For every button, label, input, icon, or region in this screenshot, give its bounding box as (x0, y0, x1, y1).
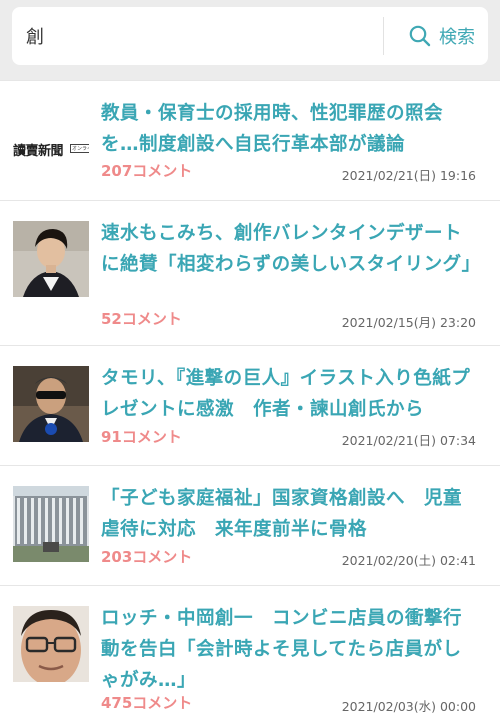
article-date: 2021/02/21(日) 19:16 (341, 168, 476, 183)
article-item[interactable]: 速水もこみち、創作バレンタインデザートに絶賛「相変わらずの美しいスタイリング」 … (0, 200, 500, 346)
search-header: 検索 (0, 0, 500, 80)
article-item[interactable]: ロッチ・中岡創一 コンビニ店員の衝撃行動を告白「会計時よそ見してたら店員がしゃが… (0, 585, 500, 726)
article-item[interactable]: 讀賣新聞 オンライン 教員・保育士の採用時、性犯罪歴の照会を…制度創設へ自民行革… (0, 80, 500, 201)
article-comments: 475コメント (101, 694, 193, 712)
article-title[interactable]: 「子ども家庭福祉」国家資格創設へ 児童虐待に対応 来年度前半に骨格 (101, 483, 477, 545)
article-date: 2021/02/21(日) 07:34 (341, 433, 476, 448)
article-title[interactable]: タモリ、『進撃の巨人』イラスト入り色紙プレゼントに感激 作者・諫山創氏から (101, 363, 477, 425)
article-thumbnail (13, 606, 89, 682)
article-comments: 52コメント (101, 310, 182, 328)
yomiuri-logo (13, 98, 89, 174)
search-box: 検索 (12, 7, 488, 65)
article-comments: 207コメント (101, 162, 193, 180)
man-portrait-photo (13, 221, 89, 297)
search-divider (383, 17, 384, 55)
article-item[interactable]: タモリ、『進撃の巨人』イラスト入り色紙プレゼントに感激 作者・諫山創氏から 91… (0, 345, 500, 466)
yomiuri-logo-subtext: オンライン (70, 144, 89, 153)
search-button-label: 検索 (439, 27, 475, 48)
article-item[interactable]: 「子ども家庭福祉」国家資格創設へ 児童虐待に対応 来年度前半に骨格 203コメン… (0, 465, 500, 586)
article-date: 2021/02/03(水) 00:00 (341, 699, 476, 714)
article-date: 2021/02/20(土) 02:41 (341, 553, 476, 568)
article-comments: 91コメント (101, 428, 182, 446)
man-sunglasses-photo (13, 366, 89, 442)
search-icon (409, 25, 431, 47)
yomiuri-logo-text: 讀賣新聞 (13, 144, 64, 159)
article-thumbnail (13, 221, 89, 297)
article-comments: 203コメント (101, 548, 193, 566)
search-button[interactable]: 検索 (396, 7, 488, 65)
article-title[interactable]: 教員・保育士の採用時、性犯罪歴の照会を…制度創設へ自民行革本部が議論 (101, 98, 477, 160)
article-date: 2021/02/15(月) 23:20 (341, 315, 476, 330)
article-thumbnail: 讀賣新聞 オンライン (13, 98, 89, 174)
article-thumbnail (13, 366, 89, 442)
search-input[interactable] (26, 7, 376, 65)
article-title[interactable]: 速水もこみち、創作バレンタインデザートに絶賛「相変わらずの美しいスタイリング」 (101, 218, 480, 280)
government-building-photo (13, 486, 89, 562)
article-thumbnail (13, 486, 89, 562)
article-title[interactable]: ロッチ・中岡創一 コンビニ店員の衝撃行動を告白「会計時よそ見してたら店員がしゃが… (101, 603, 477, 696)
man-glasses-photo (13, 606, 89, 682)
